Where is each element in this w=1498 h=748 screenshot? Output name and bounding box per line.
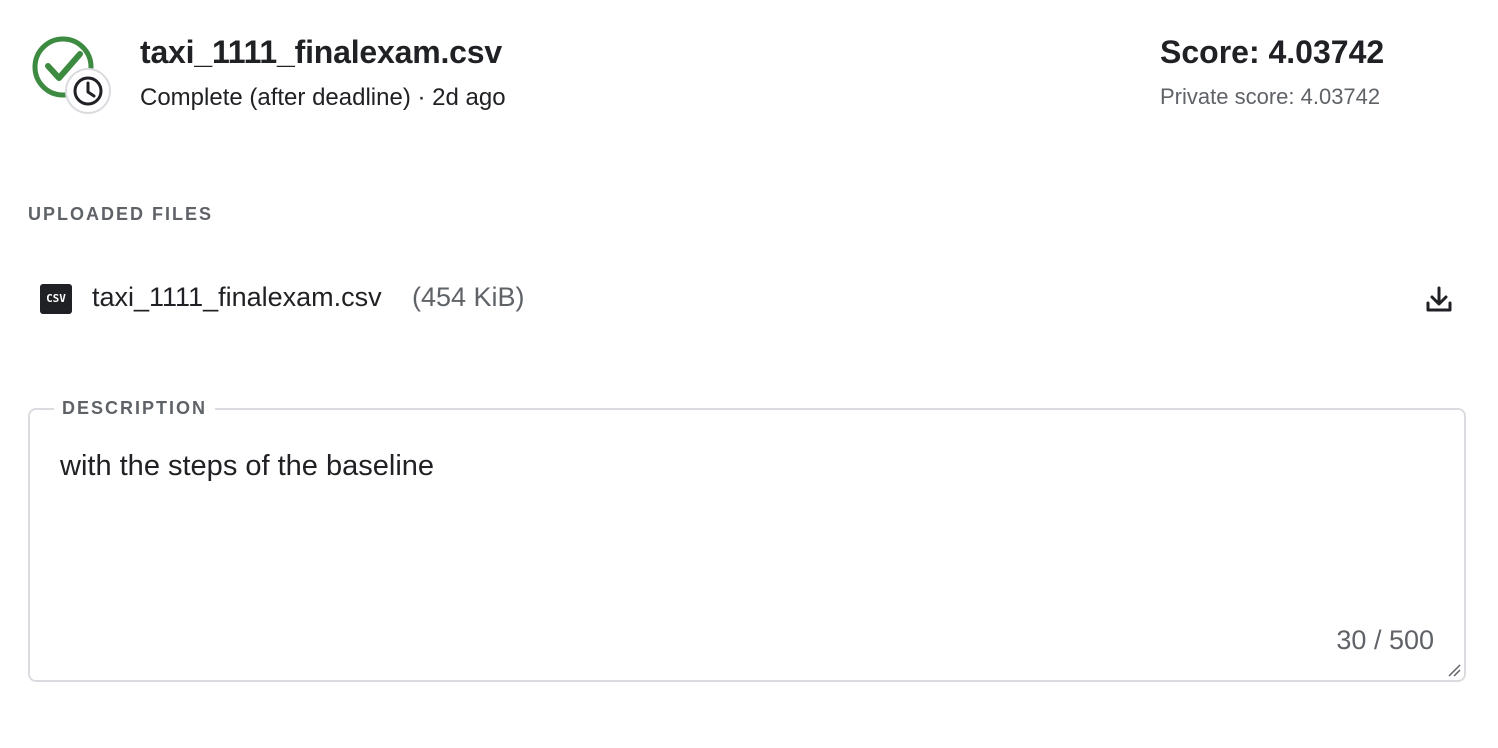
description-label: DESCRIPTION xyxy=(54,398,216,419)
complete-late-status-icon xyxy=(30,34,114,118)
uploaded-file-row: CSV taxi_1111_finalexam.csv (454 KiB) xyxy=(40,280,1460,320)
public-score: Score: 4.03742 xyxy=(1160,34,1385,70)
character-count: 30 / 500 xyxy=(1336,625,1434,655)
uploaded-file-size: (454 KiB) xyxy=(412,282,525,312)
submission-detail: taxi_1111_finalexam.csv Complete (after … xyxy=(0,0,1498,748)
download-icon[interactable] xyxy=(1424,284,1454,314)
private-score: Private score: 4.03742 xyxy=(1160,84,1381,109)
uploaded-file-name: taxi_1111_finalexam.csv xyxy=(92,282,382,312)
score-block: Score: 4.03742 Private score: 4.03742 xyxy=(1160,34,1420,110)
submission-status: Complete (after deadline) · 2d ago xyxy=(140,84,506,111)
csv-file-icon: CSV xyxy=(40,284,72,314)
description-field: DESCRIPTION with the steps of the baseli… xyxy=(28,398,1466,682)
submission-file-name: taxi_1111_finalexam.csv xyxy=(140,34,502,70)
resize-handle-icon[interactable] xyxy=(1446,662,1462,678)
uploaded-files-label: UPLOADED FILES xyxy=(28,204,214,224)
description-textarea[interactable]: with the steps of the baseline xyxy=(60,450,1420,610)
